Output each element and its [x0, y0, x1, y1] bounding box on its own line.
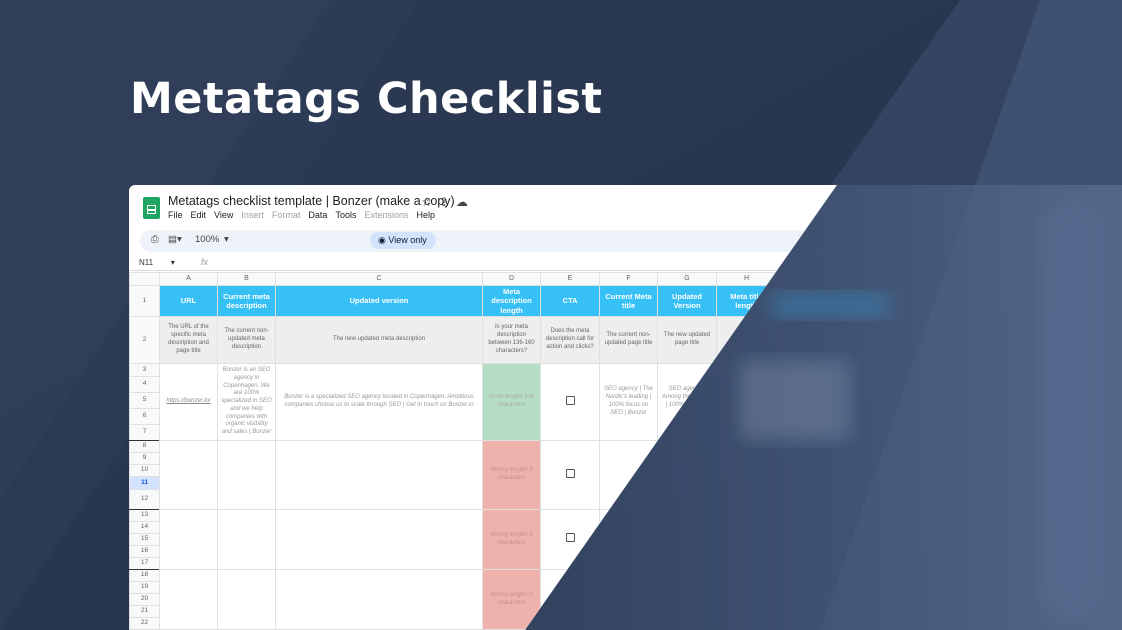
sheets-logo-icon [143, 197, 160, 219]
chevron-down-icon: ▾ [170, 258, 175, 267]
menu-item-edit[interactable]: Edit [191, 210, 207, 220]
length-status-cell[interactable]: Wrong length! 0 characters [482, 440, 541, 510]
hero-title: Metatags Checklist [130, 74, 603, 124]
view-only-button[interactable]: ◉ View only [370, 232, 436, 249]
row-number[interactable]: 20 [129, 593, 160, 606]
cta-checkbox[interactable] [565, 395, 575, 405]
cloud-icon[interactable]: ☁ [456, 195, 475, 209]
description-cell[interactable]: The new updated meta description [275, 316, 483, 364]
column-header[interactable]: B [217, 272, 276, 286]
row-number-selected[interactable]: 11 [129, 476, 160, 490]
column-header[interactable]: C [275, 272, 483, 286]
menu-item-data[interactable]: Data [308, 210, 327, 220]
header-cell-current-meta[interactable]: Current meta description [217, 285, 276, 317]
cta-cell[interactable] [540, 363, 600, 441]
star-icon[interactable]: ☆ [421, 195, 439, 209]
row-number[interactable]: 1 [129, 285, 160, 317]
description-cell[interactable]: The URL of the specific meta description… [159, 316, 218, 364]
title-actions: ☆⇪☁ [421, 195, 475, 209]
header-cell-url[interactable]: URL [159, 285, 218, 317]
row-number[interactable]: 4 [129, 376, 160, 393]
row-number[interactable]: 3 [129, 363, 160, 377]
row-number[interactable]: 2 [129, 316, 160, 364]
row-number[interactable]: 14 [129, 521, 160, 534]
menu-item-view[interactable]: View [214, 210, 233, 220]
menu-item-format[interactable]: Format [272, 210, 301, 220]
current-meta-cell[interactable] [217, 569, 276, 630]
column-header[interactable]: H [716, 272, 777, 286]
row-number[interactable]: 6 [129, 408, 160, 425]
url-cell[interactable] [159, 440, 218, 510]
name-box[interactable]: N11 ▾ [139, 258, 175, 267]
length-status-cell[interactable]: Wrong length! 0 characters [482, 509, 541, 570]
column-header[interactable]: D [482, 272, 541, 286]
row-number[interactable]: 13 [129, 509, 160, 522]
description-cell[interactable]: Is your meta description between 136-160… [482, 316, 541, 364]
select-all-corner[interactable] [129, 272, 160, 286]
row-number[interactable]: 8 [129, 440, 160, 453]
header-row: 1 URL Current meta description Updated v… [129, 285, 777, 317]
chevron-down-icon[interactable]: ▾ [224, 234, 229, 245]
column-header[interactable]: A [159, 272, 218, 286]
current-meta-cell[interactable] [217, 509, 276, 570]
url-cell[interactable] [159, 509, 218, 570]
row-number[interactable]: 16 [129, 545, 160, 558]
row-number[interactable]: 7 [129, 424, 160, 441]
name-box-value: N11 [139, 258, 154, 267]
header-cell-current-title[interactable]: Current Meta title [599, 285, 658, 317]
row-number[interactable]: 9 [129, 452, 160, 465]
paint-format-icon[interactable]: ▤▾ [168, 234, 182, 245]
description-cell[interactable]: Does the meta description call for actio… [540, 316, 600, 364]
description-cell[interactable]: The current non-updated page title [599, 316, 658, 364]
column-header[interactable]: E [540, 272, 600, 286]
current-meta-cell[interactable]: Bonzer is an SEO agency in Copenhagen. W… [217, 363, 276, 441]
menu-item-tools[interactable]: Tools [335, 210, 356, 220]
column-header[interactable]: F [599, 272, 658, 286]
cta-checkbox[interactable] [565, 468, 575, 478]
menu-item-help[interactable]: Help [416, 210, 435, 220]
print-icon[interactable]: ⎙ [151, 234, 159, 245]
menu-bar: File Edit View Insert Format Data Tools Extensi… [168, 210, 443, 220]
updated-meta-cell[interactable] [275, 569, 483, 630]
row-number[interactable]: 10 [129, 464, 160, 477]
column-header-row: A B C D E F G H [129, 272, 777, 286]
header-cell-updated[interactable]: Updated version [275, 285, 483, 317]
document-title[interactable]: Metatags checklist template | Bonzer (ma… [168, 194, 455, 208]
url-cell[interactable]: https://bonzer.io/ [159, 363, 218, 441]
row-number[interactable]: 15 [129, 533, 160, 546]
row-number[interactable]: 5 [129, 392, 160, 409]
row-number[interactable]: 19 [129, 581, 160, 594]
updated-meta-cell[interactable] [275, 440, 483, 510]
move-icon[interactable]: ⇪ [439, 195, 456, 209]
url-cell[interactable] [159, 569, 218, 630]
fx-icon: fx [201, 257, 209, 267]
table-row: 3 https://bonzer.io/ Bonzer is an SEO ag… [129, 363, 777, 441]
view-only-label: View only [388, 235, 427, 245]
column-header[interactable]: G [657, 272, 717, 286]
row-number[interactable]: 21 [129, 605, 160, 618]
row-number[interactable]: 22 [129, 617, 160, 630]
updated-meta-cell[interactable] [275, 509, 483, 570]
zoom-select[interactable]: 100% [195, 234, 219, 245]
menu-item-extensions[interactable]: Extensions [364, 210, 408, 220]
row-number[interactable]: 17 [129, 557, 160, 570]
row-number[interactable]: 12 [129, 489, 160, 510]
cta-cell[interactable] [540, 440, 600, 510]
menu-item-file[interactable]: File [168, 210, 183, 220]
current-title-cell[interactable]: SEO agency | The Nordic's leading | 100%… [599, 363, 658, 441]
header-cell-cta[interactable]: CTA [540, 285, 600, 317]
menu-item-insert[interactable]: Insert [241, 210, 264, 220]
row-number[interactable]: 18 [129, 569, 160, 582]
cta-checkbox[interactable] [565, 533, 575, 543]
updated-meta-cell[interactable]: Bonzer is a specialized SEO agency locat… [275, 363, 483, 441]
length-status-cell[interactable]: Good length! 136 characters [482, 363, 541, 441]
description-cell[interactable]: The current non-updated meta description [217, 316, 276, 364]
current-meta-cell[interactable] [217, 440, 276, 510]
eye-icon: ◉ [378, 235, 386, 245]
description-row: 2 The URL of the specific meta descripti… [129, 316, 777, 364]
header-cell-length[interactable]: Meta description length [482, 285, 541, 317]
header-cell-updated-title[interactable]: Updated Version [657, 285, 717, 317]
description-cell[interactable]: The new updated page title [657, 316, 717, 364]
